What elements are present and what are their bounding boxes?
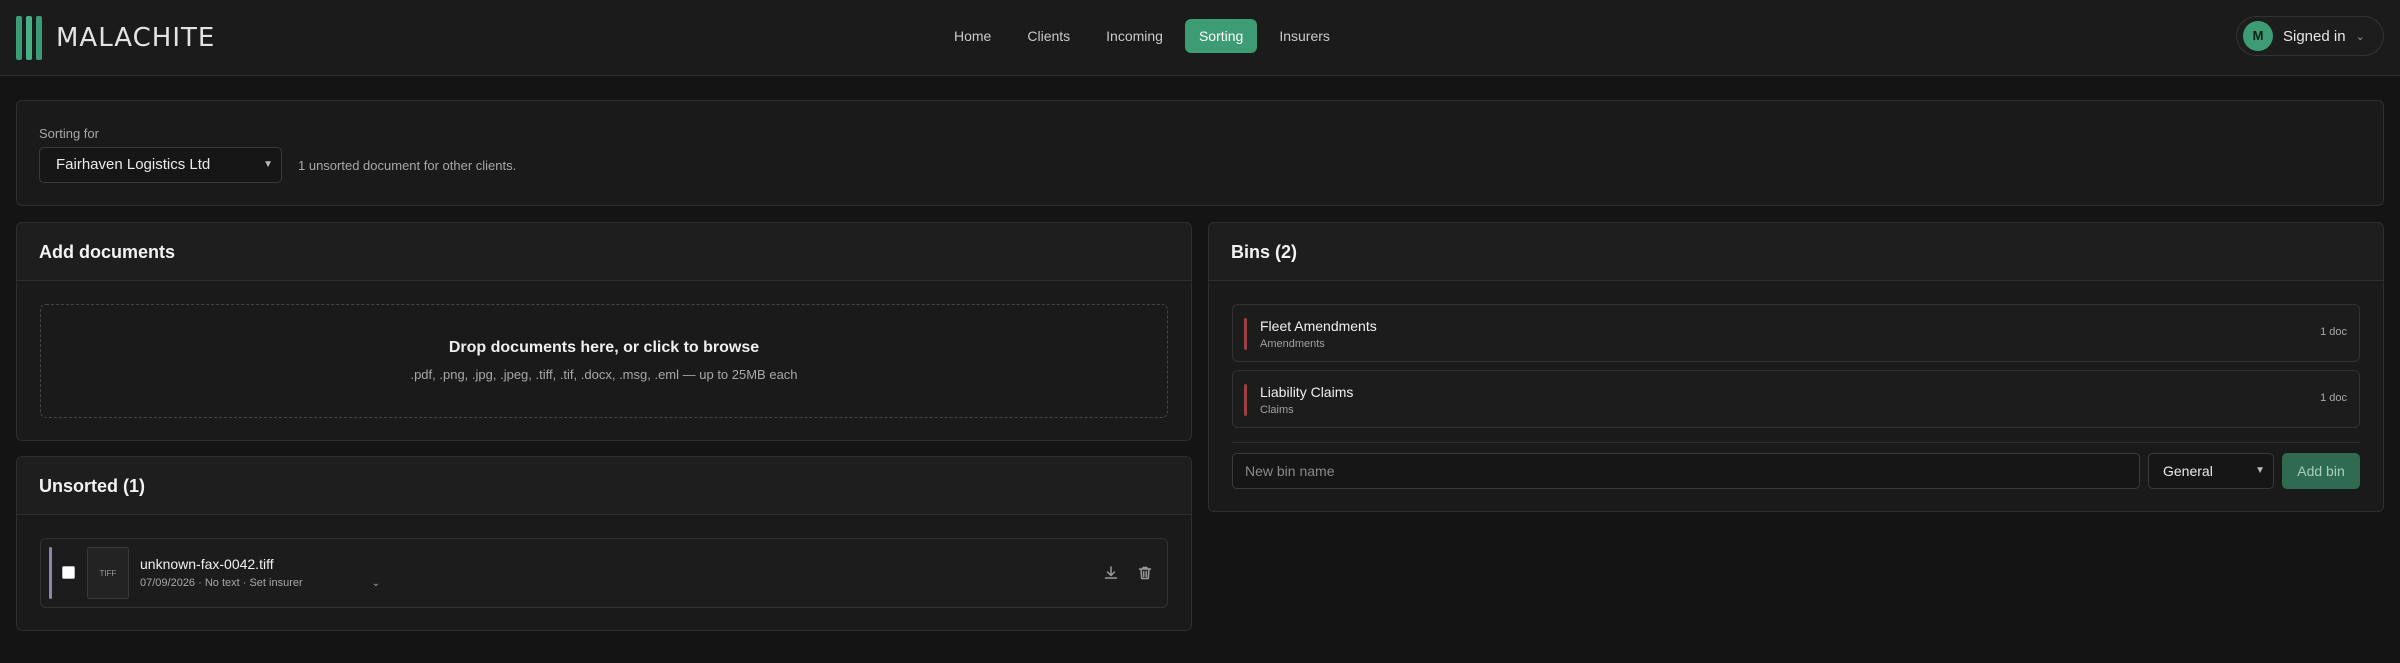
bin-category: Claims [1260,404,1294,416]
avatar: M [2243,21,2273,51]
client-select[interactable]: Fairhaven Logistics Ltd ▼ [39,147,282,183]
sorting-for-panel: Sorting for Fairhaven Logistics Ltd ▼ 1 … [16,100,2384,206]
bin-item[interactable]: Liability Claims Claims 1 doc [1232,370,2360,428]
file-dropzone[interactable]: Drop documents here, or click to browse … [40,304,1168,418]
document-name: unknown-fax-0042.tiff [140,556,274,572]
trash-icon[interactable] [1135,563,1155,583]
account-label: Signed in [2283,27,2346,45]
new-bin-name-input[interactable] [1232,453,2140,489]
nav-sorting[interactable]: Sorting [1184,19,1258,53]
document-checkbox[interactable] [62,566,75,579]
unsorted-title: Unsorted (1) [17,457,1191,515]
add-bin-button[interactable]: Add bin [2282,453,2360,489]
nav-home[interactable]: Home [940,19,1005,53]
bin-name: Liability Claims [1260,384,1354,400]
bins-title: Bins (2) [1209,223,2383,281]
nav-insurers[interactable]: Insurers [1265,19,1344,53]
nav-clients[interactable]: Clients [1013,19,1084,53]
sorting-for-label: Sorting for [39,126,99,141]
download-icon[interactable] [1101,563,1121,583]
bin-accent [1244,318,1247,350]
add-documents-title: Add documents [17,223,1191,281]
bin-accent [1244,384,1247,416]
bin-count: 1 doc [2320,392,2347,404]
chevron-down-icon: ▼ [263,159,273,170]
bins-panel: Bins (2) Fleet Amendments Amendments 1 d… [1208,222,2384,512]
client-select-value: Fairhaven Logistics Ltd [56,156,211,173]
bin-count: 1 doc [2320,326,2347,338]
add-documents-panel: Add documents Drop documents here, or cl… [16,222,1192,441]
dropzone-subtitle: .pdf, .png, .jpg, .jpeg, .tiff, .tif, .d… [410,367,798,382]
unsorted-panel: Unsorted (1) TIFF unknown-fax-0042.tiff … [16,456,1192,631]
top-bar: MALACHITE Home Clients Incoming Sorting … [0,0,2400,76]
logo-icon [16,16,42,60]
nav-incoming[interactable]: Incoming [1092,19,1177,53]
document-row[interactable]: TIFF unknown-fax-0042.tiff 07/09/2026 · … [40,538,1168,608]
document-meta-text: 07/09/2026 · No text · Set insurer [140,577,303,589]
account-menu-button[interactable]: M Signed in ⌄ [2236,16,2384,56]
logo[interactable]: MALACHITE [16,16,215,60]
unsorted-note: 1 unsorted document for other clients. [298,158,517,173]
document-accent [49,547,52,599]
chevron-down-icon: ⌄ [2355,30,2365,43]
dropzone-title: Drop documents here, or click to browse [448,339,760,356]
logo-text: MALACHITE [56,23,216,53]
main-nav: Home Clients Incoming Sorting Insurers [940,19,1344,53]
document-thumbnail: TIFF [87,547,129,599]
chevron-down-icon[interactable]: ⌄ [372,578,380,589]
bin-category: Amendments [1260,338,1325,350]
bin-category-select[interactable]: General ▼ [2148,453,2274,489]
bin-name: Fleet Amendments [1260,318,1377,334]
document-meta: 07/09/2026 · No text · Set insurer ⌄ [140,577,380,589]
bin-item[interactable]: Fleet Amendments Amendments 1 doc [1232,304,2360,362]
chevron-down-icon: ▼ [2255,465,2265,476]
divider [1232,442,2360,443]
bin-category-select-value: General [2163,463,2213,479]
